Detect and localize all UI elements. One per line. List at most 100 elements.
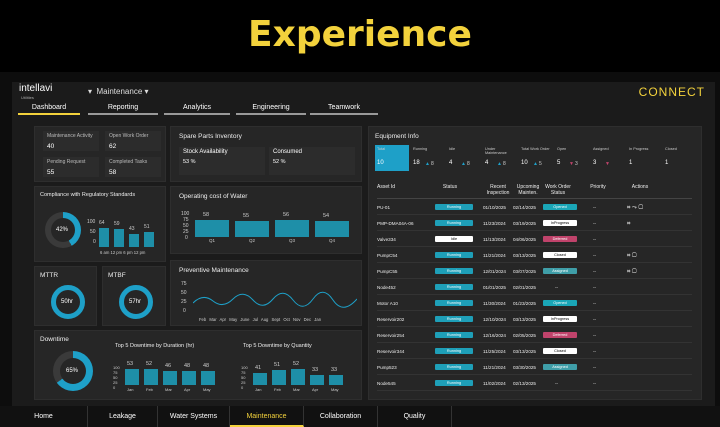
work-order-status: -- bbox=[555, 285, 559, 290]
actions-icons[interactable]: ⌗ ⤳ ▢ bbox=[627, 205, 643, 212]
priority: -- bbox=[593, 333, 597, 338]
nav-collaboration[interactable]: Collaboration bbox=[304, 406, 378, 427]
nav-maintenance[interactable]: Maintenance bbox=[230, 406, 304, 427]
nav-quality[interactable]: Quality bbox=[378, 406, 452, 427]
water-category-label: Q4 bbox=[329, 238, 336, 243]
spare-parts-card: Spare Parts Inventory Stock Availability… bbox=[170, 126, 362, 182]
stat-sub: 8 bbox=[431, 161, 434, 167]
compliance-bar bbox=[114, 229, 124, 247]
upcoming-maintenance: 03/13/2025 bbox=[513, 253, 536, 258]
compliance-card: Compliance with Regulatory Standards 42%… bbox=[34, 186, 166, 262]
asset-id: Node545 bbox=[377, 381, 396, 386]
status-badge: Idle bbox=[435, 236, 473, 242]
table-row: Node452 Running 01/01/2025 02/01/2025 -- -- bbox=[377, 281, 692, 295]
tab-dashboard[interactable]: Dashboard bbox=[18, 103, 80, 115]
quantity-bars: 41 Jan 51 Feb 52 Mar 33 Apr 33 May bbox=[253, 353, 353, 393]
work-order-badge: Closed bbox=[543, 348, 577, 354]
downtime-month-label: Mar bbox=[293, 387, 300, 392]
asset-id: PU-01 bbox=[377, 205, 391, 210]
stat-value: 10 bbox=[521, 160, 528, 166]
tab-teamwork[interactable]: Teamwork bbox=[310, 103, 378, 115]
mtbf-value: 57hr bbox=[129, 299, 142, 305]
water-category-label: Q2 bbox=[249, 238, 256, 243]
downtime-duration-title: Top 5 Downtime by Duration (hr) bbox=[115, 343, 195, 349]
tab-reporting[interactable]: Reporting bbox=[88, 103, 158, 115]
downtime-month-label: Jan bbox=[255, 387, 262, 392]
stat-assigned: Assigned 3 ▼ bbox=[591, 145, 625, 171]
status-badge: Running bbox=[435, 252, 473, 258]
bottom-nav: Home Leakage Water Systems Maintenance C… bbox=[0, 406, 720, 427]
downtime-bar-label: 41 bbox=[255, 364, 262, 371]
compliance-tick: 100 bbox=[87, 219, 96, 225]
downtime-title: Downtime bbox=[40, 336, 69, 343]
nav-leakage[interactable]: Leakage bbox=[88, 406, 158, 427]
downtime-bar bbox=[201, 370, 215, 385]
stat-value: 3 bbox=[593, 160, 597, 166]
kpi-pending-request: Pending Request 55 bbox=[43, 157, 99, 177]
asset-id: PumpC54 bbox=[377, 253, 398, 258]
nav-home[interactable]: Home bbox=[0, 406, 88, 427]
priority: -- bbox=[593, 381, 597, 386]
stat-value: 4 bbox=[449, 160, 453, 166]
equipment-title: Equipment Info bbox=[375, 133, 419, 140]
recent-inspection: 12/16/2024 bbox=[483, 333, 506, 338]
stat-sub: 5 bbox=[539, 161, 542, 167]
asset-id: Reservoir344 bbox=[377, 349, 405, 354]
brand-sub: Utilities bbox=[21, 95, 34, 100]
stat-total-work-order: Total Work Order 10 ▲ 5 bbox=[519, 145, 553, 171]
compliance-xlabels: 6 am 12 pm 6 pm 12 pm bbox=[100, 250, 146, 255]
downtime-bar bbox=[163, 371, 177, 385]
upcoming-maintenance: 03/07/2025 bbox=[513, 269, 536, 274]
downtime-month-label: Feb bbox=[274, 387, 281, 392]
stat-value: 1 bbox=[665, 160, 669, 166]
downtime-bar-label: 48 bbox=[184, 362, 191, 369]
status-badge: Running bbox=[435, 300, 473, 306]
asset-id: Node452 bbox=[377, 285, 396, 290]
asset-id: Motor A10 bbox=[377, 301, 398, 306]
work-order-badge: Deferred bbox=[543, 236, 577, 242]
stat-arrow: ▼ bbox=[569, 161, 574, 167]
downtime-bar-label: 46 bbox=[165, 363, 172, 370]
nav-water-systems[interactable]: Water Systems bbox=[158, 406, 230, 427]
table-row: Reservoir344 Running 11/25/2024 03/13/2025 C… bbox=[377, 345, 692, 359]
water-bar-label: 56 bbox=[283, 212, 290, 219]
actions-icons[interactable]: ⌗ bbox=[627, 221, 630, 228]
status-badge: Running bbox=[435, 348, 473, 354]
stat-open: Open 5 ▼ 3 bbox=[555, 145, 589, 171]
downtime-bar bbox=[310, 375, 324, 385]
connect-logo: CONNECT bbox=[638, 85, 705, 99]
table-row: Node545 Running 11/02/2024 02/13/2025 -- -- bbox=[377, 377, 692, 391]
downtime-month-label: May bbox=[203, 387, 211, 392]
module-label: Maintenance bbox=[96, 87, 143, 96]
stat-arrow: ▲ bbox=[497, 161, 502, 167]
recent-inspection: 12/10/2024 bbox=[483, 317, 506, 322]
recent-inspection: 11/21/2024 bbox=[483, 253, 506, 258]
status-badge: Running bbox=[435, 380, 473, 386]
water-bar-label: 54 bbox=[323, 212, 330, 219]
upcoming-maintenance: 02/13/2025 bbox=[513, 381, 536, 386]
compliance-percent: 42% bbox=[56, 227, 69, 233]
priority: -- bbox=[593, 269, 597, 274]
tab-engineering[interactable]: Engineering bbox=[236, 103, 306, 115]
water-category-label: Q1 bbox=[209, 238, 216, 243]
downtime-month-label: Mar bbox=[165, 387, 172, 392]
compliance-bar-label: 51 bbox=[144, 223, 150, 230]
compliance-bar-label: 43 bbox=[129, 226, 135, 233]
priority: -- bbox=[593, 285, 597, 290]
preventive-tick: 25 bbox=[181, 299, 187, 305]
priority: -- bbox=[593, 301, 597, 306]
recent-inspection: 12/01/2024 bbox=[483, 269, 506, 274]
actions-icons[interactable]: ⌗ ▢ bbox=[627, 269, 637, 276]
downtime-month-label: Apr bbox=[312, 387, 319, 392]
upcoming-maintenance: 02/05/2025 bbox=[513, 333, 536, 338]
stat-label: Total bbox=[377, 147, 386, 151]
compliance-bar bbox=[99, 227, 109, 247]
stat-arrow: ▲ bbox=[425, 161, 430, 167]
actions-icons[interactable]: ⌗ ▢ bbox=[627, 253, 637, 260]
work-order-badge: Deferred bbox=[543, 332, 577, 338]
work-order-badge: InProgress bbox=[543, 220, 577, 226]
tab-analytics[interactable]: Analytics bbox=[164, 103, 230, 115]
stat-sub: 3 bbox=[575, 161, 578, 167]
table-row: PumpC54 Running 11/21/2024 03/13/2025 Closed… bbox=[377, 249, 692, 263]
module-dropdown[interactable]: ▾ Maintenance ▾ bbox=[88, 87, 149, 96]
